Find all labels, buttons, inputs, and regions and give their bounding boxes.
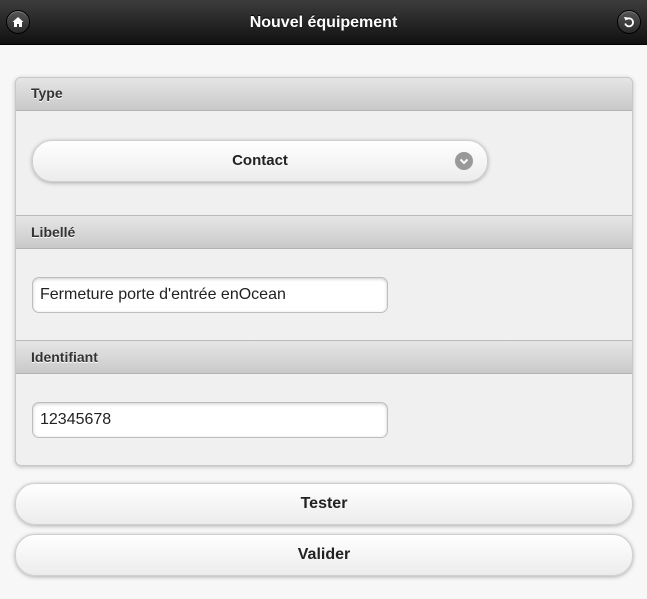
back-button[interactable] [617,10,641,34]
header-bar: Nouvel équipement [0,0,647,45]
type-select-value: Contact [232,152,288,169]
valider-button[interactable]: Valider [15,534,633,576]
libelle-input[interactable] [32,277,388,313]
back-icon [624,17,634,28]
type-select[interactable]: Contact [32,140,488,182]
type-section-header: Type [16,78,632,111]
identifiant-input[interactable] [32,402,388,438]
identifiant-section-header: Identifiant [16,340,632,374]
equipment-form-panel: Type Contact Libellé Identifiant [15,77,633,466]
tester-button[interactable]: Tester [15,483,633,525]
chevron-down-icon [455,152,473,170]
libelle-section-header: Libellé [16,215,632,249]
page-title: Nouvel équipement [249,14,398,31]
